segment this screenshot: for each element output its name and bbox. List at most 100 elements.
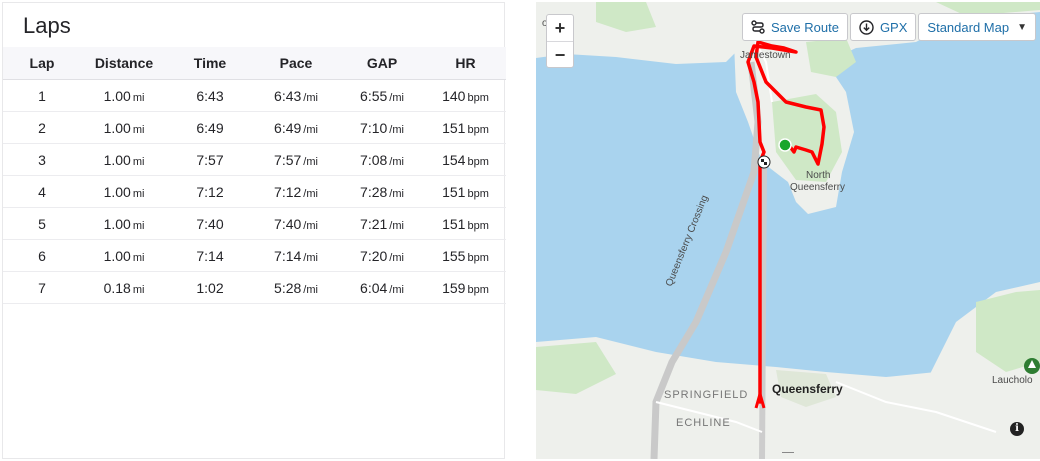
lap-hr-value: 154	[442, 151, 466, 168]
lap-distance-value: 1.00	[103, 215, 131, 232]
lap-pace-value: 7:14	[274, 247, 302, 264]
laps-header-row: Lap Distance Time Pace GAP HR	[3, 47, 506, 80]
lap-gap-value: 7:21	[360, 215, 388, 232]
map-style-dropdown[interactable]: Standard Map ▼	[918, 13, 1036, 41]
lap-pace-unit: /mi	[303, 251, 318, 264]
lap-distance: 1.00 mi	[81, 111, 167, 144]
zoom-in-button[interactable]: +	[547, 15, 573, 41]
lap-gap-value: 7:20	[360, 247, 388, 264]
forth-road-bridge	[759, 161, 767, 459]
lap-distance-unit: mi	[132, 251, 145, 264]
lap-distance: 1.00 mi	[81, 239, 167, 272]
lap-pace-unit: /mi	[303, 91, 318, 104]
lap-hr: 151 bpm	[425, 111, 506, 144]
lap-time: 6:49	[167, 111, 253, 144]
lap-number: 2	[3, 111, 81, 144]
lap-row[interactable]: 3 1.00 mi 7:57 7:57/mi 7:08/mi 154 bpm	[3, 143, 506, 176]
lap-hr: 154 bpm	[425, 143, 506, 176]
map-resize-handle[interactable]	[782, 452, 794, 459]
lap-hr-unit: bpm	[467, 251, 489, 264]
save-route-label: Save Route	[771, 19, 839, 35]
finish-flag-icon	[757, 155, 771, 169]
lap-gap: 7:21/mi	[339, 207, 425, 240]
lap-pace: 6:43/mi	[253, 79, 339, 112]
lap-distance: 1.00 mi	[81, 79, 167, 112]
lap-hr-value: 140	[442, 87, 466, 104]
laps-panel: Laps Lap Distance Time Pace GAP HR 1 1.0…	[2, 2, 506, 459]
save-route-button[interactable]: Save Route	[742, 13, 848, 41]
lap-distance-unit: mi	[132, 187, 145, 200]
zoom-out-button[interactable]: −	[547, 41, 573, 68]
lap-gap-unit: /mi	[389, 155, 404, 168]
info-icon[interactable]: i	[1010, 422, 1024, 436]
lap-number: 7	[3, 271, 81, 304]
lap-hr-unit: bpm	[467, 187, 489, 200]
lap-row[interactable]: 5 1.00 mi 7:40 7:40/mi 7:21/mi 151 bpm	[3, 207, 506, 240]
lap-gap-value: 6:55	[360, 87, 388, 104]
lap-pace-unit: /mi	[303, 155, 318, 168]
laps-title: Laps	[23, 13, 71, 38]
lap-number: 5	[3, 207, 81, 240]
lap-gap-value: 7:10	[360, 119, 388, 136]
lap-distance-unit: mi	[132, 123, 145, 136]
zoom-control: + −	[546, 14, 574, 68]
lap-gap-value: 6:04	[360, 279, 388, 296]
lap-number: 4	[3, 175, 81, 208]
gpx-button[interactable]: GPX	[849, 13, 917, 41]
lap-gap: 7:28/mi	[339, 175, 425, 208]
lap-time: 7:12	[167, 175, 253, 208]
lap-row[interactable]: 6 1.00 mi 7:14 7:14/mi 7:20/mi 155 bpm	[3, 239, 506, 272]
lap-time: 7:40	[167, 207, 253, 240]
lap-gap-unit: /mi	[389, 251, 404, 264]
lap-hr: 155 bpm	[425, 239, 506, 272]
lap-number: 3	[3, 143, 81, 176]
lap-gap-unit: /mi	[389, 283, 404, 296]
caret-down-icon: ▼	[1017, 21, 1027, 33]
lap-distance-value: 1.00	[103, 151, 131, 168]
lap-distance: 0.18 mi	[81, 271, 167, 304]
lap-time: 6:43	[167, 79, 253, 112]
park-tree-icon	[1024, 358, 1040, 374]
lap-pace-unit: /mi	[303, 187, 318, 200]
lap-number: 6	[3, 239, 81, 272]
gpx-label: GPX	[879, 19, 908, 35]
lap-pace-value: 7:57	[274, 151, 302, 168]
lap-gap: 7:08/mi	[339, 143, 425, 176]
start-marker-icon	[778, 138, 792, 152]
lap-distance-unit: mi	[132, 155, 145, 168]
lap-gap-unit: /mi	[389, 123, 404, 136]
col-header-gap[interactable]: GAP	[339, 47, 425, 80]
lap-distance-value: 0.18	[103, 279, 131, 296]
map-label-springfield: SPRINGFIELD	[664, 389, 749, 401]
lap-time: 7:57	[167, 143, 253, 176]
col-header-distance[interactable]: Distance	[81, 47, 167, 80]
lap-row[interactable]: 2 1.00 mi 6:49 6:49/mi 7:10/mi 151 bpm	[3, 111, 506, 144]
col-header-pace[interactable]: Pace	[253, 47, 339, 80]
map-label-jamestown: Jamestown	[740, 50, 791, 61]
lap-hr: 151 bpm	[425, 207, 506, 240]
map-label-north: North	[806, 170, 831, 181]
map-label-queensferry: Queensferry	[772, 382, 843, 396]
lap-gap: 6:55/mi	[339, 79, 425, 112]
lap-pace: 7:40/mi	[253, 207, 339, 240]
lap-pace-value: 5:28	[274, 279, 302, 296]
col-header-lap[interactable]: Lap	[3, 47, 81, 80]
lap-hr-unit: bpm	[467, 219, 489, 232]
lap-gap-unit: /mi	[389, 91, 404, 104]
lap-row[interactable]: 1 1.00 mi 6:43 6:43/mi 6:55/mi 140 bpm	[3, 79, 506, 112]
lap-pace: 5:28/mi	[253, 271, 339, 304]
lap-distance: 1.00 mi	[81, 143, 167, 176]
lap-distance-unit: mi	[132, 91, 145, 104]
lap-hr-unit: bpm	[467, 123, 489, 136]
map-label-lauchold: Laucholo	[992, 375, 1033, 386]
lap-time: 7:14	[167, 239, 253, 272]
col-header-time[interactable]: Time	[167, 47, 253, 80]
route-map[interactable]: ord Jamestown North Queensferry Queensfe…	[536, 2, 1040, 459]
lap-hr: 151 bpm	[425, 175, 506, 208]
lap-hr-value: 151	[442, 119, 466, 136]
lap-pace-unit: /mi	[303, 123, 318, 136]
lap-row[interactable]: 4 1.00 mi 7:12 7:12/mi 7:28/mi 151 bpm	[3, 175, 506, 208]
col-header-hr[interactable]: HR	[425, 47, 506, 80]
map-label-north-queensferry: Queensferry	[790, 182, 846, 193]
lap-row[interactable]: 7 0.18 mi 1:02 5:28/mi 6:04/mi 159 bpm	[3, 271, 506, 304]
